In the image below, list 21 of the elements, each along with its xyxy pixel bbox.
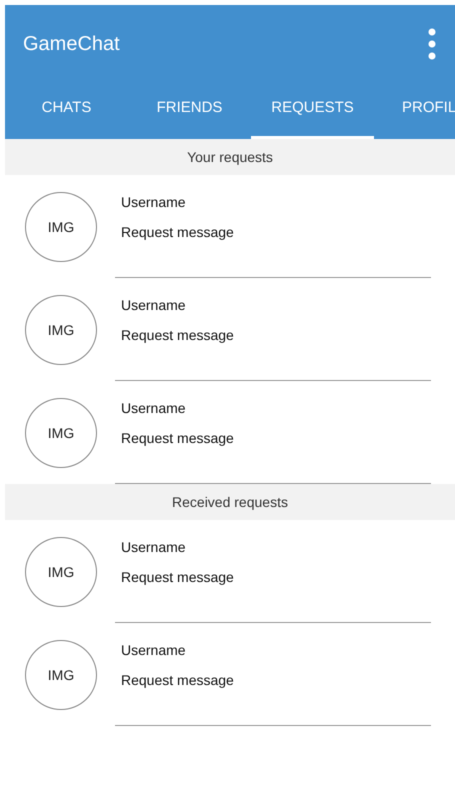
more-menu-icon[interactable] — [427, 27, 437, 61]
section-title: Your requests — [187, 149, 273, 165]
tab[interactable]: CHATS — [5, 83, 128, 139]
app-title: GameChat — [23, 32, 120, 56]
section-title: Received requests — [172, 494, 288, 510]
request-message: Request message — [121, 326, 234, 342]
username: Username — [121, 538, 187, 554]
username: Username — [121, 642, 187, 658]
request-message: Request message — [121, 224, 234, 240]
tab[interactable]: FRIENDS — [128, 83, 251, 139]
avatar-label: IMG — [48, 218, 74, 234]
username: Username — [121, 194, 187, 210]
request-message: Request message — [121, 568, 234, 584]
avatar-label: IMG — [48, 424, 74, 440]
avatar-label: IMG — [48, 564, 74, 580]
username: Username — [121, 400, 187, 416]
avatar-label: IMG — [48, 666, 74, 682]
avatar-label: IMG — [48, 322, 74, 338]
username: Username — [121, 296, 187, 312]
request-message: Request message — [121, 672, 234, 688]
request-message: Request message — [121, 430, 234, 446]
